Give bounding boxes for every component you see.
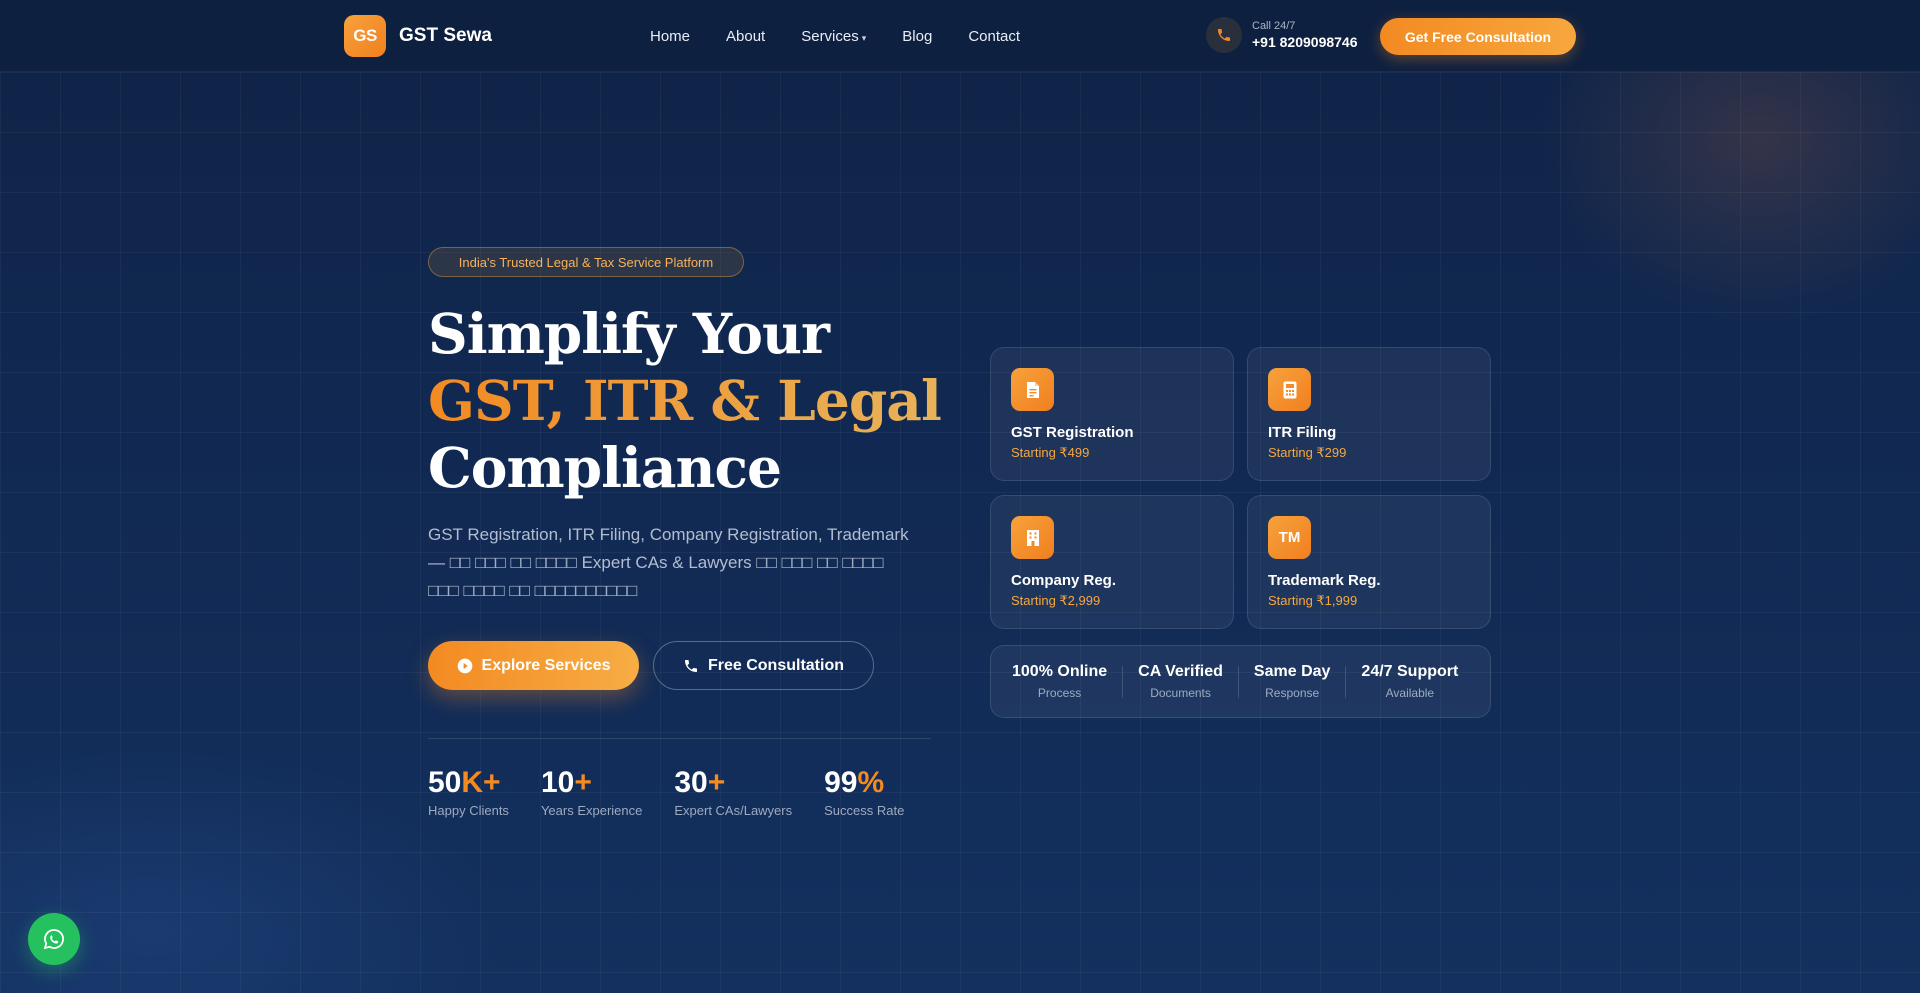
calculator-icon [1268, 368, 1311, 411]
phone-caption: Call 24/7 [1252, 20, 1296, 32]
service-price: Starting ₹1,999 [1268, 593, 1358, 608]
hero-headline: Simplify Your GST, ITR & Legal Complianc… [428, 300, 942, 501]
stat-label: Expert CAs/Lawyers [674, 803, 793, 818]
headline-line-3: Compliance [428, 435, 782, 500]
phone-number: +91 8209098746 [1252, 34, 1358, 50]
service-title: Company Reg. [1011, 572, 1117, 589]
features-strip: 100% Online Process CA Verified Document… [990, 645, 1491, 718]
service-card-itr[interactable]: ITR Filing Starting ₹299 [1247, 347, 1491, 481]
hero-description: GST Registration, ITR Filing, Company Re… [428, 525, 909, 600]
nav-home[interactable]: Home [650, 28, 690, 45]
background-grid [0, 72, 1920, 993]
explore-services-label: Explore Services [481, 656, 611, 674]
stat-label: Happy Clients [428, 803, 509, 818]
stat-suffix: % [857, 766, 885, 799]
stat-item: 99% Success Rate [824, 765, 904, 818]
feature-title: Same Day [1253, 663, 1331, 680]
nav-blog[interactable]: Blog [902, 28, 932, 45]
feature-title: 24/7 Support [1361, 663, 1459, 680]
stats-divider [428, 738, 931, 739]
feature-subtitle: Documents [1150, 686, 1211, 700]
service-card-trademark[interactable]: TM Trademark Reg. Starting ₹1,999 [1247, 495, 1491, 629]
brand-name: GST Sewa [399, 25, 492, 46]
service-card-gst[interactable]: GST Registration Starting ₹499 [990, 347, 1234, 481]
headline-line-2: GST, ITR & Legal [428, 368, 942, 433]
get-free-consultation-button[interactable]: Get Free Consultation [1380, 18, 1576, 55]
stat-item: 30+ Expert CAs/Lawyers [674, 765, 792, 818]
logo-mark: GS [344, 15, 386, 57]
chevron-down-icon: ▾ [861, 32, 867, 43]
stat-suffix: + [707, 766, 726, 799]
stat-suffix: + [574, 766, 592, 799]
headline-line-1: Simplify Your [428, 301, 830, 366]
stat-label: Success Rate [824, 803, 905, 818]
phone-icon [683, 658, 699, 674]
whatsapp-icon [42, 927, 66, 951]
whatsapp-button[interactable] [28, 913, 80, 965]
service-price: Starting ₹299 [1268, 445, 1347, 460]
building-icon [1011, 516, 1054, 559]
stats-row: 50K+ Happy Clients 10+ Years Experience … [428, 765, 936, 818]
stat-label: Years Experience [540, 803, 643, 818]
main-menu: Home About Services ▾ Blog Contact [650, 0, 1056, 72]
play-circle-icon [457, 658, 473, 674]
stat-number: 50 [428, 766, 462, 799]
phone-icon [1206, 17, 1242, 53]
stat-item: 50K+ Happy Clients [428, 765, 509, 818]
stat-suffix: K+ [461, 766, 501, 799]
feature-subtitle: Available [1385, 686, 1435, 700]
service-price: Starting ₹2,999 [1011, 593, 1101, 608]
feature-item: 100% Online Process [997, 663, 1122, 700]
service-title: ITR Filing [1268, 424, 1337, 441]
stat-item: 10+ Years Experience [541, 765, 642, 818]
brand-logo[interactable]: GS GST Sewa [344, 15, 492, 57]
nav-services[interactable]: Services ▾ [801, 28, 866, 45]
trust-badge: India's Trusted Legal & Tax Service Plat… [428, 247, 744, 277]
free-consultation-label: Free Consultation [707, 656, 844, 674]
service-card-company[interactable]: Company Reg. Starting ₹2,999 [990, 495, 1234, 629]
explore-services-button[interactable]: Explore Services [428, 641, 639, 690]
feature-subtitle: Process [1037, 686, 1082, 700]
nav-contact[interactable]: Contact [968, 28, 1020, 45]
top-navbar: GS GST Sewa Home About Services ▾ Blog Co… [0, 0, 1920, 72]
trademark-icon: TM [1268, 516, 1311, 559]
free-consultation-button[interactable]: Free Consultation [653, 641, 874, 690]
feature-subtitle: Response [1265, 686, 1320, 700]
feature-item: CA Verified Documents [1123, 663, 1238, 700]
nav-about[interactable]: About [726, 28, 765, 45]
service-title: Trademark Reg. [1268, 572, 1381, 589]
document-icon [1011, 368, 1054, 411]
stat-number: 10 [540, 766, 575, 799]
stat-number: 30 [674, 766, 708, 799]
phone-contact[interactable]: Call 24/7 +91 8209098746 [1206, 17, 1358, 53]
feature-item: Same Day Response [1239, 663, 1346, 700]
feature-title: CA Verified [1138, 663, 1223, 680]
nav-services-label: Services [801, 27, 859, 45]
stat-number: 99 [824, 766, 858, 799]
feature-title: 100% Online [1012, 663, 1108, 680]
service-title: GST Registration [1011, 424, 1134, 441]
feature-item: 24/7 Support Available [1346, 663, 1473, 700]
service-price: Starting ₹499 [1011, 445, 1090, 460]
